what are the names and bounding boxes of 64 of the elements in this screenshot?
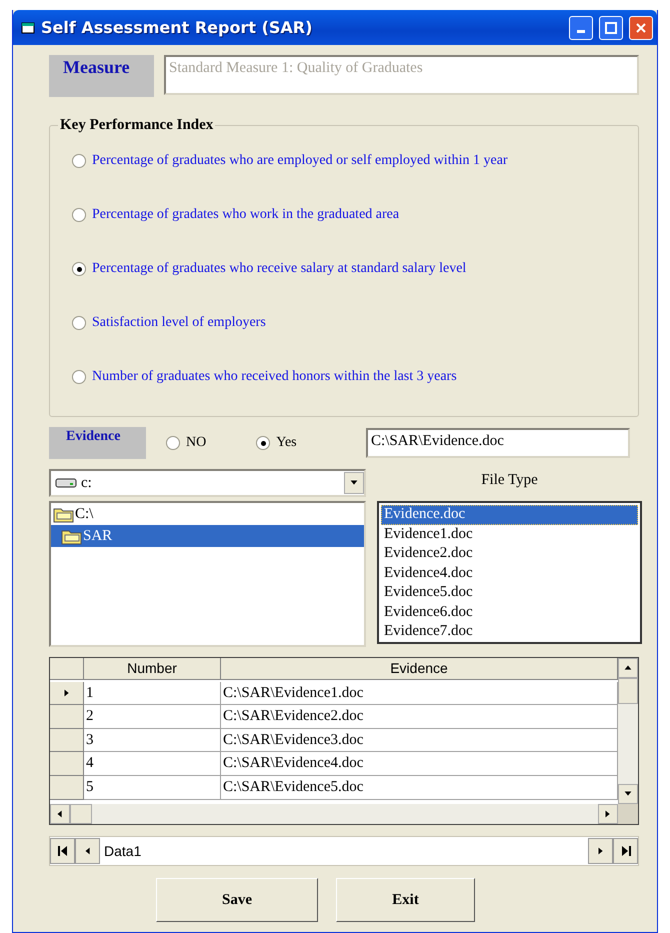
save-button[interactable]: Save — [156, 878, 318, 922]
table-cell: C:\SAR\Evidence5.doc — [221, 776, 618, 800]
column-header[interactable]: Evidence — [221, 658, 618, 680]
radio-button[interactable]: Percentage of graduates who receive salary at standard salary level — [72, 261, 638, 277]
radio-button[interactable]: Satisfaction level of employers — [72, 315, 638, 331]
vertical-scrollbar[interactable] — [618, 658, 638, 804]
radio-button[interactable]: NO — [166, 435, 206, 451]
minimize-button[interactable] — [569, 16, 593, 40]
group-title: Key Performance Index — [59, 117, 214, 134]
file-item[interactable]: Evidence6.doc — [381, 602, 638, 622]
row-header[interactable] — [50, 776, 84, 800]
minimize-icon — [577, 30, 585, 33]
radio-button[interactable]: Percentage of gradates who work in the graduated area — [72, 207, 638, 223]
table-cell: 4 — [84, 752, 221, 776]
row-header[interactable] — [50, 682, 84, 706]
folder-item[interactable]: C:\ — [51, 503, 364, 525]
table-cell: 5 — [84, 776, 221, 800]
first-icon — [56, 845, 68, 857]
data-caption: Data1 — [103, 843, 142, 859]
radio-button[interactable]: Number of graduates who received honors within the last 3 years — [72, 369, 638, 385]
measure-label: Measure — [49, 55, 154, 97]
maximize-icon — [605, 22, 617, 34]
evidence-label: Evidence — [49, 427, 146, 459]
folder-item[interactable]: SAR — [51, 525, 364, 547]
first-record-button[interactable] — [50, 838, 75, 864]
maximize-button[interactable] — [599, 16, 623, 40]
last-icon — [620, 845, 632, 857]
table-cell: 1 — [84, 682, 221, 706]
scroll-thumb[interactable] — [70, 804, 92, 824]
current-row-icon — [62, 688, 72, 698]
next-record-button[interactable] — [588, 838, 613, 864]
table-cell: 2 — [84, 705, 221, 729]
file-item[interactable]: Evidence4.doc — [381, 564, 638, 583]
horizontal-scrollbar[interactable] — [50, 804, 618, 824]
row-header[interactable] — [50, 752, 84, 776]
radio-button[interactable]: Percentage of graduates who are employed or self employed within 1 year — [72, 153, 638, 169]
last-record-button[interactable] — [613, 838, 638, 864]
file-item[interactable]: Evidence2.doc — [381, 544, 638, 564]
scroll-thumb[interactable] — [618, 678, 638, 704]
table-cell: C:\SAR\Evidence2.doc — [221, 705, 618, 729]
table-cell: C:\SAR\Evidence4.doc — [221, 752, 618, 776]
window-title: Self Assessment Report (SAR) — [41, 18, 314, 37]
corner-header — [50, 658, 84, 680]
app-icon — [21, 22, 35, 34]
table-cell: 3 — [84, 728, 221, 752]
file-item[interactable]: Evidence5.doc — [381, 583, 638, 602]
file-item[interactable]: Evidence1.doc — [381, 524, 638, 544]
file-type-label: File Type — [481, 471, 538, 490]
table-cell: C:\SAR\Evidence3.doc — [221, 728, 618, 752]
radio-button[interactable]: Yes — [256, 435, 297, 451]
column-header[interactable]: Number — [84, 658, 221, 680]
file-item[interactable]: Evidence7.doc — [381, 622, 638, 642]
file-item[interactable]: Evidence.doc — [381, 505, 638, 524]
drive-dropdown[interactable]: c: — [49, 469, 366, 497]
next-icon — [596, 846, 606, 856]
exit-button[interactable]: Exit — [336, 878, 475, 922]
close-button[interactable] — [629, 16, 653, 40]
row-header[interactable] — [50, 728, 84, 752]
close-icon — [635, 22, 647, 34]
row-header[interactable] — [50, 705, 84, 729]
evidence-path-field[interactable]: C:\SAR\Evidence.doc — [366, 428, 630, 458]
dropdown-button[interactable] — [344, 472, 364, 494]
table-cell: C:\SAR\Evidence1.doc — [221, 682, 618, 706]
drive-icon — [55, 477, 77, 489]
